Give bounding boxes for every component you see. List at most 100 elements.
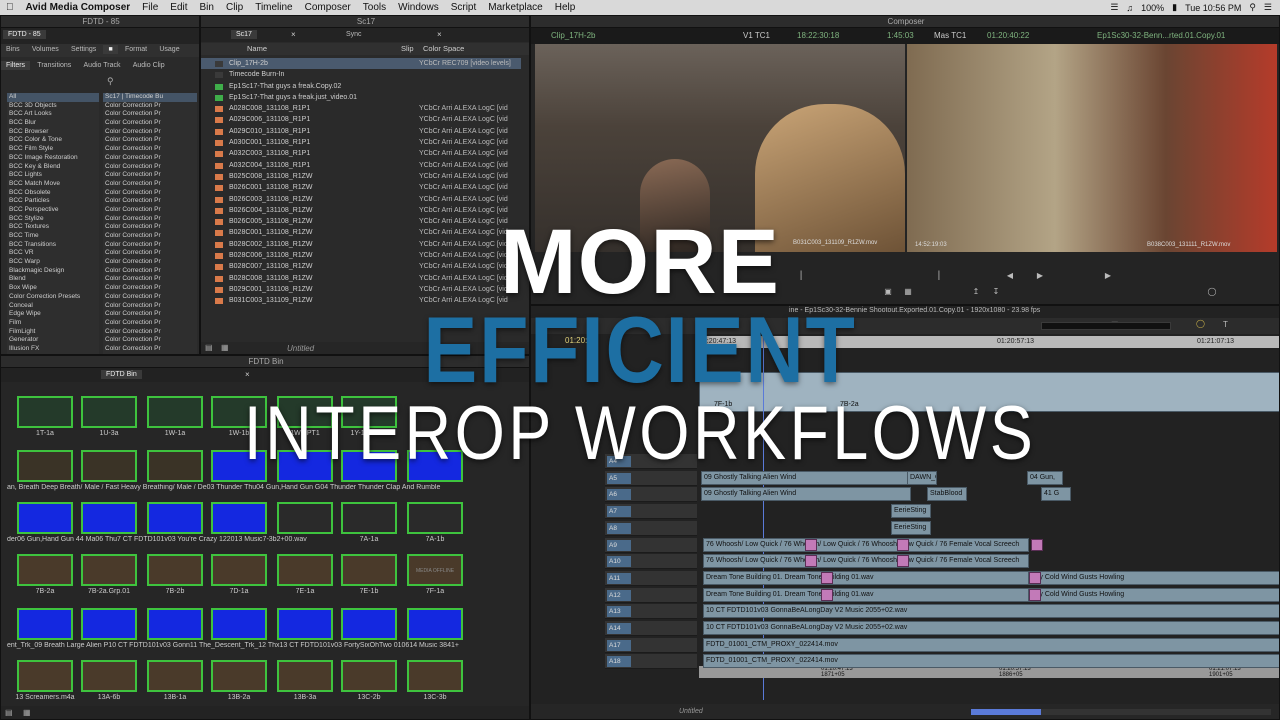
track-name[interactable]: A10: [607, 556, 631, 568]
effect-category[interactable]: BCC Color & Tone: [7, 136, 99, 145]
track-name[interactable]: A14: [607, 623, 631, 634]
audio-clip[interactable]: 09 Ghostly Talking Alien Wind: [701, 487, 911, 502]
menu-marketplace[interactable]: Marketplace: [482, 2, 548, 13]
clock[interactable]: Tue 10:56 PM: [1185, 3, 1241, 13]
volume-icon[interactable]: ♫: [1126, 3, 1133, 13]
effect-item[interactable]: Color Correction Pr: [103, 128, 197, 137]
close-tab-icon[interactable]: ×: [291, 30, 296, 39]
color-correction-icon[interactable]: ◯: [1196, 319, 1205, 328]
effect-category[interactable]: BCC Image Restoration: [7, 154, 99, 163]
menu-bin[interactable]: Bin: [194, 2, 220, 13]
wifi-icon[interactable]: ☰: [1110, 2, 1118, 13]
bin-row[interactable]: A032C003_131108_R1P1 YCbCr Arri ALEXA Log…: [201, 148, 521, 159]
audio-clip-thumbnail[interactable]: [407, 502, 463, 534]
audio-clip-thumbnail[interactable]: [147, 502, 203, 534]
effect-category[interactable]: BCC Match Move: [7, 180, 99, 189]
track-header[interactable]: A8: [605, 520, 697, 536]
audio-clip[interactable]: 41 G: [1041, 487, 1071, 502]
audio-clip[interactable]: Dream Tone Building 01. Dream Tone Build…: [703, 587, 1029, 602]
record-sequence-menu[interactable]: Ep1Sc30-32-Benn...rted.01.Copy.01: [1097, 28, 1225, 44]
audio-effect-marker[interactable]: [897, 555, 909, 568]
list-icon[interactable]: ☰: [1264, 2, 1272, 13]
clip-thumbnail[interactable]: [211, 660, 267, 692]
track-name[interactable]: A12: [607, 589, 631, 601]
timeline-scrollbar[interactable]: [971, 709, 1271, 715]
battery-icon[interactable]: ▮: [1172, 2, 1177, 13]
audio-clip[interactable]: 10 CT FDTD101v03 GonnaBeALongDay V2 Musi…: [703, 604, 1279, 619]
clip-thumbnail[interactable]: [147, 554, 203, 586]
audio-clip[interactable]: EerieSting: [891, 504, 931, 519]
track-header[interactable]: A10: [605, 554, 697, 570]
frame-view-icon[interactable]: ▦: [23, 708, 31, 717]
tab-filters[interactable]: Filters: [1, 61, 31, 70]
bin-row[interactable]: Ep1Sc17-That guys a freak.Copy.02: [201, 81, 521, 92]
bin-row[interactable]: Clip_17H-2b YCbCr REC709 [video levels]: [201, 58, 521, 70]
track-name[interactable]: A17: [607, 639, 631, 651]
tab-volumes[interactable]: Volumes: [27, 45, 64, 54]
app-name-menu[interactable]: Avid Media Composer: [20, 2, 137, 13]
effect-item[interactable]: Color Correction Pr: [103, 102, 197, 111]
track-header[interactable]: A6: [605, 487, 697, 503]
bin-row[interactable]: A030C001_131108_R1P1 YCbCr Arri ALEXA Log…: [201, 137, 521, 148]
menu-script[interactable]: Script: [445, 2, 483, 13]
audio-clip[interactable]: FDTD_01001_CTM_PROXY_022414.mov: [703, 637, 1279, 652]
effect-category[interactable]: Generator: [7, 336, 99, 345]
track-header[interactable]: A7: [605, 504, 697, 520]
bin-row[interactable]: A028C008_131108_R1P1 YCbCr Arri ALEXA Log…: [201, 103, 521, 114]
clip-thumbnail[interactable]: [341, 554, 397, 586]
clip-thumbnail[interactable]: [407, 660, 463, 692]
effect-category[interactable]: BCC Key & Blend: [7, 163, 99, 172]
clip-thumbnail[interactable]: [17, 660, 73, 692]
audio-effect-marker[interactable]: [821, 571, 833, 584]
tab-sync[interactable]: Sync: [341, 30, 367, 39]
track-header[interactable]: A12: [605, 587, 697, 603]
track-header[interactable]: A18: [605, 654, 697, 670]
effect-category[interactable]: Illusion FX: [7, 345, 99, 354]
tab-bins[interactable]: Bins: [1, 45, 25, 54]
audio-clip-thumbnail[interactable]: [211, 502, 267, 534]
effect-category[interactable]: BCC Browser: [7, 128, 99, 137]
title-tool-icon[interactable]: T: [1223, 320, 1228, 329]
column-slip[interactable]: Slip: [401, 43, 414, 55]
effect-category[interactable]: Film: [7, 319, 99, 328]
effect-category[interactable]: BCC Blur: [7, 119, 99, 128]
tab-project[interactable]: FDTD - 85: [3, 30, 46, 39]
effect-item[interactable]: Color Correction Pr: [103, 171, 197, 180]
effect-item[interactable]: Color Correction Pr: [103, 110, 197, 119]
search-icon[interactable]: ⚲: [1249, 2, 1256, 13]
clip-thumbnail[interactable]: [277, 554, 333, 586]
audio-clip[interactable]: 10 CT FDTD101v03 GonnaBeALongDay V2 Musi…: [703, 621, 1279, 635]
track-name[interactable]: A6: [607, 489, 631, 501]
audio-effect-marker[interactable]: [1029, 571, 1041, 584]
tab-usage[interactable]: Usage: [154, 45, 184, 54]
tab-sc17[interactable]: Sc17: [231, 30, 257, 39]
audio-clip[interactable]: StabBlood: [927, 487, 967, 502]
clip-thumbnail[interactable]: [81, 660, 137, 692]
close-tab-icon[interactable]: ×: [437, 30, 442, 39]
menu-edit[interactable]: Edit: [164, 2, 193, 13]
apple-icon[interactable]: : [0, 2, 20, 13]
audio-clip[interactable]: avy Cold Wind Gusts Howling: [1029, 570, 1279, 585]
menu-file[interactable]: File: [136, 2, 164, 13]
track-name[interactable]: A18: [607, 656, 631, 668]
list-view-icon[interactable]: ▤: [5, 708, 13, 717]
audio-clip-thumbnail[interactable]: [277, 608, 333, 640]
audio-clip-thumbnail[interactable]: [147, 608, 203, 640]
clip-thumbnail[interactable]: [81, 554, 137, 586]
effect-category[interactable]: All: [7, 93, 99, 102]
effect-category[interactable]: BCC Art Looks: [7, 110, 99, 119]
source-clip-menu[interactable]: Clip_17H-2b: [551, 28, 595, 44]
bin-row[interactable]: B026C003_131108_R1ZW YCbCr Arri ALEXA Log…: [201, 194, 521, 205]
menu-help[interactable]: Help: [549, 2, 582, 13]
audio-clip[interactable]: EerieSting: [891, 520, 931, 535]
audio-clip[interactable]: FDTD_01001_CTM_PROXY_022414.mov: [703, 654, 1279, 669]
audio-clip-thumbnail[interactable]: [211, 608, 267, 640]
audio-effect-marker[interactable]: [897, 538, 909, 551]
effect-category[interactable]: BCC 3D Objects: [7, 102, 99, 111]
menu-tools[interactable]: Tools: [357, 2, 392, 13]
track-name[interactable]: A8: [607, 522, 631, 534]
audio-clip-thumbnail[interactable]: [17, 608, 73, 640]
effect-category[interactable]: BCC Obsolete: [7, 189, 99, 198]
effect-category[interactable]: BCC Film Style: [7, 145, 99, 154]
tab-audio-track[interactable]: Audio Track: [79, 61, 126, 70]
